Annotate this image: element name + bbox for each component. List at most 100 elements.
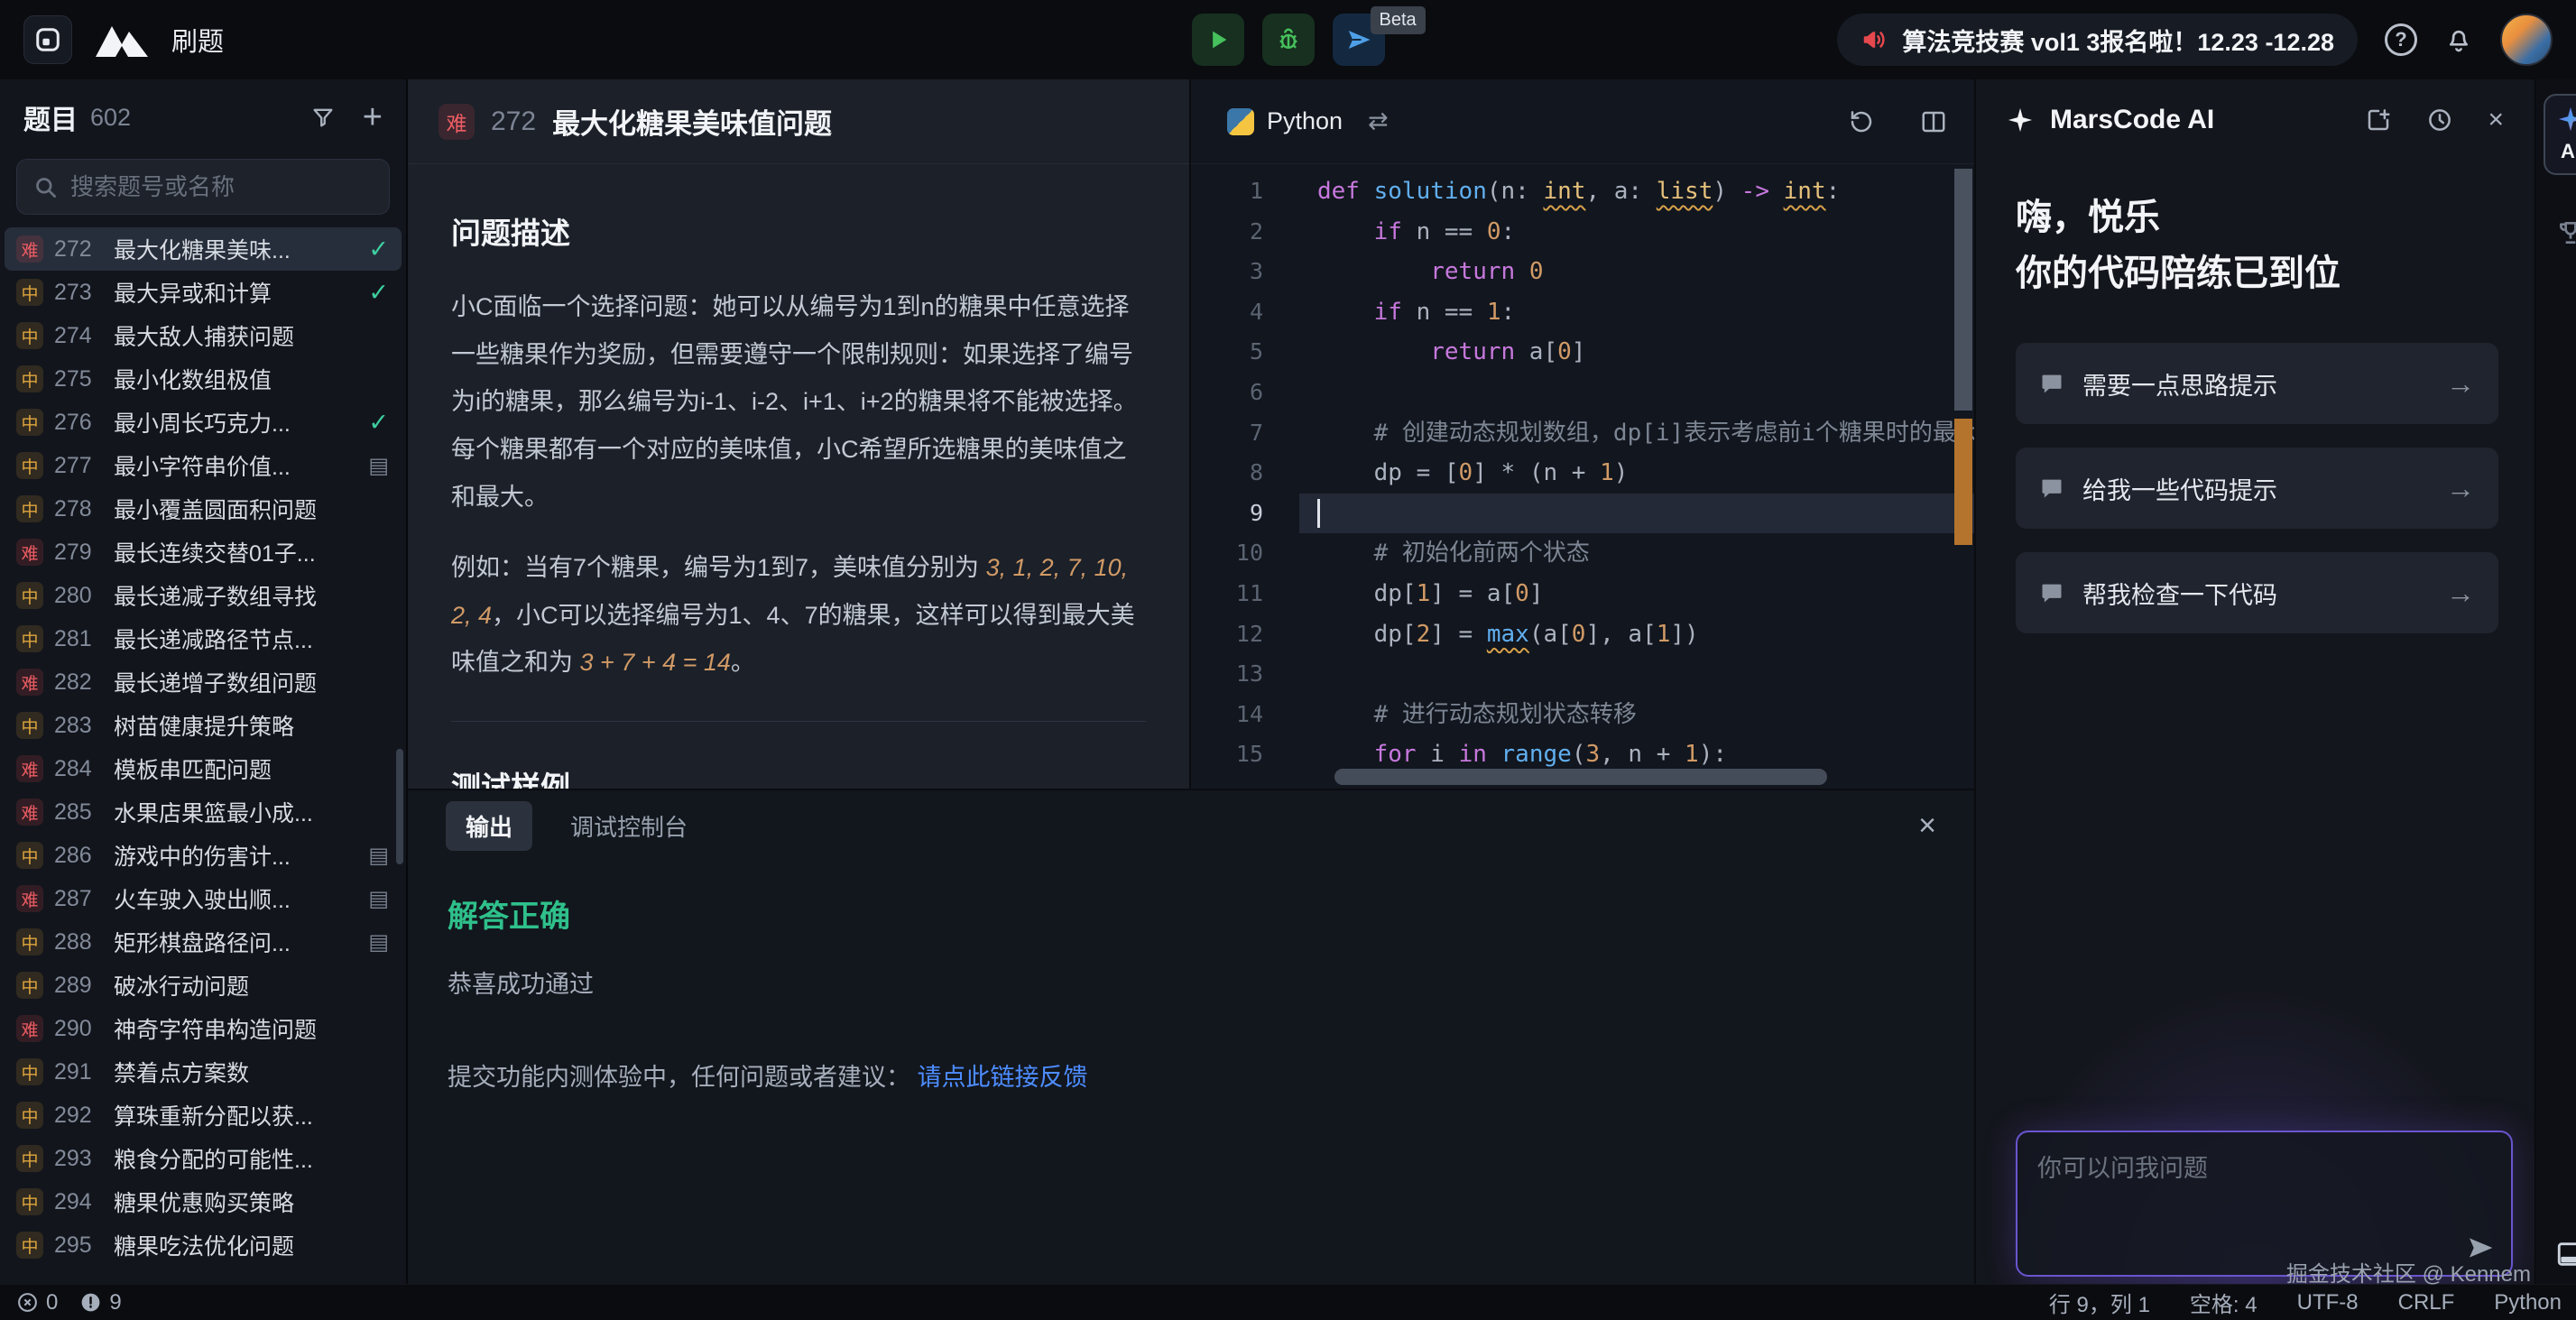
problem-title: 算珠重新分配以获... xyxy=(114,1099,389,1131)
problem-title: 树苗健康提升策略 xyxy=(114,709,389,742)
eol-setting[interactable]: CRLF xyxy=(2398,1290,2455,1315)
problem-list-item[interactable]: 中294糖果优惠购买策略 xyxy=(5,1180,402,1223)
problem-list-item[interactable]: 难279最长连续交替01子... xyxy=(5,531,402,574)
problem-list-item[interactable]: 中275最小化数组极值 xyxy=(5,357,402,401)
ai-input-box[interactable] xyxy=(2016,1131,2513,1277)
bug-icon xyxy=(1275,26,1302,53)
ai-suggestion-card[interactable]: 需要一点思路提示→ xyxy=(2016,343,2498,424)
help-icon[interactable]: ? xyxy=(2385,23,2417,56)
problem-list-item[interactable]: 难285水果店果篮最小成... xyxy=(5,790,402,834)
problem-list-item[interactable]: 中278最小覆盖圆面积问题 xyxy=(5,487,402,531)
problem-list-item[interactable]: 中289破冰行动问题 xyxy=(5,964,402,1007)
problem-list-item[interactable]: 中291禁着点方案数 xyxy=(5,1050,402,1094)
problem-list-item[interactable]: 中283树苗健康提升策略 xyxy=(5,704,402,747)
app-name: 刷题 xyxy=(171,21,224,59)
statusbar-right: 行 9，列 1 空格: 4 UTF-8 CRLF Python xyxy=(2049,1287,2562,1318)
difficulty-badge: 难 xyxy=(16,235,43,263)
new-conversation-icon[interactable] xyxy=(2365,106,2392,134)
bell-icon[interactable] xyxy=(2444,25,2473,54)
suggestion-label: 帮我检查一下代码 xyxy=(2082,576,2446,611)
editor-scrollbar-thumb[interactable] xyxy=(1954,169,1972,411)
difficulty-badge: 难 xyxy=(16,1015,43,1042)
avatar[interactable] xyxy=(2500,14,2553,66)
problem-list-item[interactable]: 中293粮食分配的可能性... xyxy=(5,1137,402,1180)
filter-icon[interactable] xyxy=(310,105,336,130)
announcement-banner[interactable]: 算法竞技赛 vol1 3报名啦！12.23 -12.28 xyxy=(1837,14,2358,66)
problem-list-item[interactable]: 难290神奇字符串构造问题 xyxy=(5,1007,402,1050)
run-button[interactable] xyxy=(1192,14,1244,66)
search-input[interactable] xyxy=(70,173,373,201)
difficulty-badge: 中 xyxy=(16,279,43,306)
debug-button[interactable] xyxy=(1262,14,1315,66)
problem-list-item[interactable]: 难282最长递增子数组问题 xyxy=(5,660,402,704)
problem-list-item[interactable]: 难284模板串匹配问题 xyxy=(5,747,402,790)
problem-list-item[interactable]: 中276最小周长巧克力...✓ xyxy=(5,401,402,444)
tab-output[interactable]: 输出 xyxy=(446,801,532,851)
problem-number: 274 xyxy=(54,323,103,349)
close-output-icon[interactable]: × xyxy=(1918,810,1936,841)
submit-wrap: Beta xyxy=(1333,14,1385,66)
problem-number: 293 xyxy=(54,1146,103,1172)
line-number: 8 xyxy=(1191,453,1299,494)
problem-number: 292 xyxy=(54,1103,103,1129)
difficulty-badge: 中 xyxy=(16,1102,43,1129)
editor-panel: Python ⇄ 123456789101112131415 def xyxy=(1189,79,1974,789)
ai-tab-button[interactable]: AI xyxy=(2544,94,2576,175)
problem-list-item[interactable]: 难287火车驶入驶出顺...▤ xyxy=(5,877,402,920)
topbar-left: 刷题 xyxy=(23,15,224,64)
warnings-indicator[interactable]: 9 xyxy=(79,1290,121,1315)
switch-language-icon[interactable]: ⇄ xyxy=(1368,107,1389,135)
reset-code-icon[interactable] xyxy=(1848,108,1875,135)
close-ai-icon[interactable]: × xyxy=(2488,106,2504,134)
problem-list-item[interactable]: 中286游戏中的伤害计...▤ xyxy=(5,834,402,877)
errors-indicator[interactable]: 0 xyxy=(16,1290,58,1315)
add-problem-icon[interactable]: + xyxy=(363,100,383,134)
problem-title: 最大化糖果美味值问题 xyxy=(552,101,832,142)
problem-list-item[interactable]: 中277最小字符串价值...▤ xyxy=(5,444,402,487)
result-message: 恭喜成功通过 xyxy=(448,965,1934,1000)
sidebar-header: 题目 602 + xyxy=(0,79,406,155)
problem-list-item[interactable]: 中273最大异或和计算✓ xyxy=(5,271,402,314)
line-number: 7 xyxy=(1191,413,1299,454)
language-mode[interactable]: Python xyxy=(2494,1290,2562,1315)
ai-input[interactable] xyxy=(2037,1149,2448,1259)
ide-logo-icon[interactable] xyxy=(23,15,72,64)
contest-icon[interactable] xyxy=(2556,218,2576,247)
python-icon xyxy=(1227,108,1254,135)
problem-list-item[interactable]: 中288矩形棋盘路径问...▤ xyxy=(5,920,402,964)
solved-check-icon: ✓ xyxy=(368,279,389,307)
line-number: 9 xyxy=(1191,494,1299,534)
history-icon[interactable] xyxy=(2426,106,2453,134)
note-icon: ▤ xyxy=(368,929,389,955)
ai-suggestion-card[interactable]: 给我一些代码提示→ xyxy=(2016,448,2498,529)
problem-title: 神奇字符串构造问题 xyxy=(114,1012,389,1045)
feedback-link[interactable]: 请点此链接反馈 xyxy=(918,1064,1088,1091)
ai-tab-label: AI xyxy=(2561,140,2576,163)
line-number: 2 xyxy=(1191,212,1299,253)
line-number: 15 xyxy=(1191,734,1299,775)
problem-body: 问题描述 小C面临一个选择问题：她可以从编号为1到n的糖果中任意选择一些糖果作为… xyxy=(408,164,1189,789)
code-editor[interactable]: 123456789101112131415 def solution(n: in… xyxy=(1191,164,1974,789)
cursor-position[interactable]: 行 9，列 1 xyxy=(2049,1287,2150,1318)
sidebar-scrollbar[interactable] xyxy=(396,749,403,864)
ai-suggestion-card[interactable]: 帮我检查一下代码→ xyxy=(2016,552,2498,633)
problem-list-item[interactable]: 中 292 算珠重新分配以获... xyxy=(5,1094,402,1137)
problem-list-item[interactable]: 中295糖果吃法优化问题 xyxy=(5,1223,402,1267)
problem-list-item[interactable]: 中281最长递减路径节点... xyxy=(5,617,402,660)
editor-horizontal-scrollbar[interactable] xyxy=(1334,769,1827,785)
split-view-icon[interactable] xyxy=(1920,108,1947,135)
problem-list-item[interactable]: 难272最大化糖果美味...✓ xyxy=(5,227,402,271)
difficulty-badge: 中 xyxy=(16,409,43,436)
panel-toggle-icon[interactable] xyxy=(2555,1239,2576,1269)
encoding[interactable]: UTF-8 xyxy=(2297,1290,2359,1315)
problem-list-item[interactable]: 中274最大敌人捕获问题 xyxy=(5,314,402,357)
marscode-ai-icon xyxy=(2007,106,2034,134)
problem-number: 272 xyxy=(54,236,103,263)
indent-setting[interactable]: 空格: 4 xyxy=(2190,1287,2257,1318)
problem-list-item[interactable]: 中280最长递减子数组寻找 xyxy=(5,574,402,617)
tab-debug-console[interactable]: 调试控制台 xyxy=(570,809,688,843)
search-box[interactable] xyxy=(16,159,390,215)
marscode-logo-icon[interactable] xyxy=(94,21,150,59)
language-tab[interactable]: Python xyxy=(1227,107,1343,135)
problem-number: 286 xyxy=(54,843,103,869)
